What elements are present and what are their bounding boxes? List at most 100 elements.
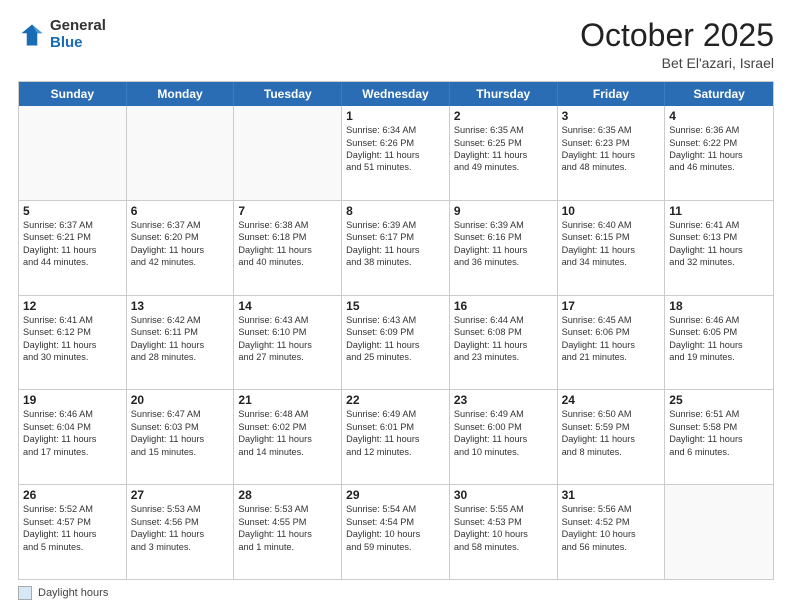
day-number: 21 bbox=[238, 393, 337, 407]
logo-general-text: General bbox=[50, 17, 106, 34]
month-title: October 2025 bbox=[580, 18, 774, 53]
day-number: 6 bbox=[131, 204, 230, 218]
calendar-cell: 21Sunrise: 6:48 AM Sunset: 6:02 PM Dayli… bbox=[234, 390, 342, 484]
calendar-row: 5Sunrise: 6:37 AM Sunset: 6:21 PM Daylig… bbox=[19, 200, 773, 295]
day-info: Sunrise: 6:38 AM Sunset: 6:18 PM Dayligh… bbox=[238, 219, 337, 269]
day-number: 20 bbox=[131, 393, 230, 407]
day-info: Sunrise: 5:55 AM Sunset: 4:53 PM Dayligh… bbox=[454, 503, 553, 553]
calendar-cell: 7Sunrise: 6:38 AM Sunset: 6:18 PM Daylig… bbox=[234, 201, 342, 295]
footer: Daylight hours bbox=[18, 586, 774, 600]
calendar-cell: 25Sunrise: 6:51 AM Sunset: 5:58 PM Dayli… bbox=[665, 390, 773, 484]
day-info: Sunrise: 5:56 AM Sunset: 4:52 PM Dayligh… bbox=[562, 503, 661, 553]
day-number: 11 bbox=[669, 204, 769, 218]
header: General Blue October 2025 Bet El'azari, … bbox=[18, 18, 774, 71]
weekday-header: Monday bbox=[127, 82, 235, 106]
logo-text: General Blue bbox=[50, 18, 106, 51]
calendar-cell bbox=[19, 106, 127, 200]
day-info: Sunrise: 6:37 AM Sunset: 6:21 PM Dayligh… bbox=[23, 219, 122, 269]
day-number: 25 bbox=[669, 393, 769, 407]
day-info: Sunrise: 6:49 AM Sunset: 6:01 PM Dayligh… bbox=[346, 408, 445, 458]
day-info: Sunrise: 6:51 AM Sunset: 5:58 PM Dayligh… bbox=[669, 408, 769, 458]
calendar-cell: 2Sunrise: 6:35 AM Sunset: 6:25 PM Daylig… bbox=[450, 106, 558, 200]
calendar-cell: 9Sunrise: 6:39 AM Sunset: 6:16 PM Daylig… bbox=[450, 201, 558, 295]
day-info: Sunrise: 6:40 AM Sunset: 6:15 PM Dayligh… bbox=[562, 219, 661, 269]
day-number: 15 bbox=[346, 299, 445, 313]
day-info: Sunrise: 6:43 AM Sunset: 6:09 PM Dayligh… bbox=[346, 314, 445, 364]
day-info: Sunrise: 6:35 AM Sunset: 6:23 PM Dayligh… bbox=[562, 124, 661, 174]
page: General Blue October 2025 Bet El'azari, … bbox=[0, 0, 792, 612]
calendar-cell: 18Sunrise: 6:46 AM Sunset: 6:05 PM Dayli… bbox=[665, 296, 773, 390]
day-info: Sunrise: 6:45 AM Sunset: 6:06 PM Dayligh… bbox=[562, 314, 661, 364]
day-info: Sunrise: 6:46 AM Sunset: 6:04 PM Dayligh… bbox=[23, 408, 122, 458]
day-number: 24 bbox=[562, 393, 661, 407]
day-number: 9 bbox=[454, 204, 553, 218]
calendar-cell: 24Sunrise: 6:50 AM Sunset: 5:59 PM Dayli… bbox=[558, 390, 666, 484]
day-number: 7 bbox=[238, 204, 337, 218]
calendar-body: 1Sunrise: 6:34 AM Sunset: 6:26 PM Daylig… bbox=[19, 106, 773, 579]
day-info: Sunrise: 6:36 AM Sunset: 6:22 PM Dayligh… bbox=[669, 124, 769, 174]
day-number: 22 bbox=[346, 393, 445, 407]
weekday-header: Sunday bbox=[19, 82, 127, 106]
logo-icon bbox=[18, 21, 46, 49]
legend-label: Daylight hours bbox=[38, 587, 108, 599]
calendar-cell: 22Sunrise: 6:49 AM Sunset: 6:01 PM Dayli… bbox=[342, 390, 450, 484]
day-number: 19 bbox=[23, 393, 122, 407]
day-number: 2 bbox=[454, 109, 553, 123]
calendar-cell: 16Sunrise: 6:44 AM Sunset: 6:08 PM Dayli… bbox=[450, 296, 558, 390]
calendar-row: 26Sunrise: 5:52 AM Sunset: 4:57 PM Dayli… bbox=[19, 484, 773, 579]
calendar-row: 1Sunrise: 6:34 AM Sunset: 6:26 PM Daylig… bbox=[19, 106, 773, 200]
day-info: Sunrise: 6:41 AM Sunset: 6:12 PM Dayligh… bbox=[23, 314, 122, 364]
calendar-cell: 29Sunrise: 5:54 AM Sunset: 4:54 PM Dayli… bbox=[342, 485, 450, 579]
day-number: 23 bbox=[454, 393, 553, 407]
calendar-cell: 27Sunrise: 5:53 AM Sunset: 4:56 PM Dayli… bbox=[127, 485, 235, 579]
day-number: 13 bbox=[131, 299, 230, 313]
day-info: Sunrise: 6:42 AM Sunset: 6:11 PM Dayligh… bbox=[131, 314, 230, 364]
day-info: Sunrise: 6:37 AM Sunset: 6:20 PM Dayligh… bbox=[131, 219, 230, 269]
day-info: Sunrise: 6:49 AM Sunset: 6:00 PM Dayligh… bbox=[454, 408, 553, 458]
weekday-header: Wednesday bbox=[342, 82, 450, 106]
day-info: Sunrise: 5:52 AM Sunset: 4:57 PM Dayligh… bbox=[23, 503, 122, 553]
calendar-cell: 3Sunrise: 6:35 AM Sunset: 6:23 PM Daylig… bbox=[558, 106, 666, 200]
calendar-cell: 15Sunrise: 6:43 AM Sunset: 6:09 PM Dayli… bbox=[342, 296, 450, 390]
calendar-cell bbox=[665, 485, 773, 579]
day-info: Sunrise: 6:34 AM Sunset: 6:26 PM Dayligh… bbox=[346, 124, 445, 174]
calendar-cell: 17Sunrise: 6:45 AM Sunset: 6:06 PM Dayli… bbox=[558, 296, 666, 390]
calendar-cell: 10Sunrise: 6:40 AM Sunset: 6:15 PM Dayli… bbox=[558, 201, 666, 295]
calendar-cell: 26Sunrise: 5:52 AM Sunset: 4:57 PM Dayli… bbox=[19, 485, 127, 579]
day-number: 16 bbox=[454, 299, 553, 313]
weekday-header: Friday bbox=[558, 82, 666, 106]
day-number: 10 bbox=[562, 204, 661, 218]
calendar-cell: 31Sunrise: 5:56 AM Sunset: 4:52 PM Dayli… bbox=[558, 485, 666, 579]
logo: General Blue bbox=[18, 18, 106, 51]
day-number: 1 bbox=[346, 109, 445, 123]
title-block: October 2025 Bet El'azari, Israel bbox=[580, 18, 774, 71]
day-number: 29 bbox=[346, 488, 445, 502]
day-number: 4 bbox=[669, 109, 769, 123]
day-info: Sunrise: 6:39 AM Sunset: 6:16 PM Dayligh… bbox=[454, 219, 553, 269]
day-number: 31 bbox=[562, 488, 661, 502]
day-info: Sunrise: 5:54 AM Sunset: 4:54 PM Dayligh… bbox=[346, 503, 445, 553]
day-number: 18 bbox=[669, 299, 769, 313]
day-info: Sunrise: 6:50 AM Sunset: 5:59 PM Dayligh… bbox=[562, 408, 661, 458]
day-number: 12 bbox=[23, 299, 122, 313]
day-info: Sunrise: 6:47 AM Sunset: 6:03 PM Dayligh… bbox=[131, 408, 230, 458]
day-info: Sunrise: 5:53 AM Sunset: 4:56 PM Dayligh… bbox=[131, 503, 230, 553]
day-number: 28 bbox=[238, 488, 337, 502]
calendar-cell: 23Sunrise: 6:49 AM Sunset: 6:00 PM Dayli… bbox=[450, 390, 558, 484]
calendar-cell bbox=[127, 106, 235, 200]
logo-blue-text: Blue bbox=[50, 34, 83, 51]
calendar: SundayMondayTuesdayWednesdayThursdayFrid… bbox=[18, 81, 774, 580]
calendar-cell: 12Sunrise: 6:41 AM Sunset: 6:12 PM Dayli… bbox=[19, 296, 127, 390]
calendar-row: 19Sunrise: 6:46 AM Sunset: 6:04 PM Dayli… bbox=[19, 389, 773, 484]
calendar-cell bbox=[234, 106, 342, 200]
day-number: 27 bbox=[131, 488, 230, 502]
calendar-header: SundayMondayTuesdayWednesdayThursdayFrid… bbox=[19, 82, 773, 106]
calendar-cell: 6Sunrise: 6:37 AM Sunset: 6:20 PM Daylig… bbox=[127, 201, 235, 295]
day-info: Sunrise: 5:53 AM Sunset: 4:55 PM Dayligh… bbox=[238, 503, 337, 553]
calendar-cell: 19Sunrise: 6:46 AM Sunset: 6:04 PM Dayli… bbox=[19, 390, 127, 484]
day-number: 26 bbox=[23, 488, 122, 502]
calendar-cell: 13Sunrise: 6:42 AM Sunset: 6:11 PM Dayli… bbox=[127, 296, 235, 390]
calendar-cell: 1Sunrise: 6:34 AM Sunset: 6:26 PM Daylig… bbox=[342, 106, 450, 200]
day-number: 30 bbox=[454, 488, 553, 502]
day-number: 8 bbox=[346, 204, 445, 218]
